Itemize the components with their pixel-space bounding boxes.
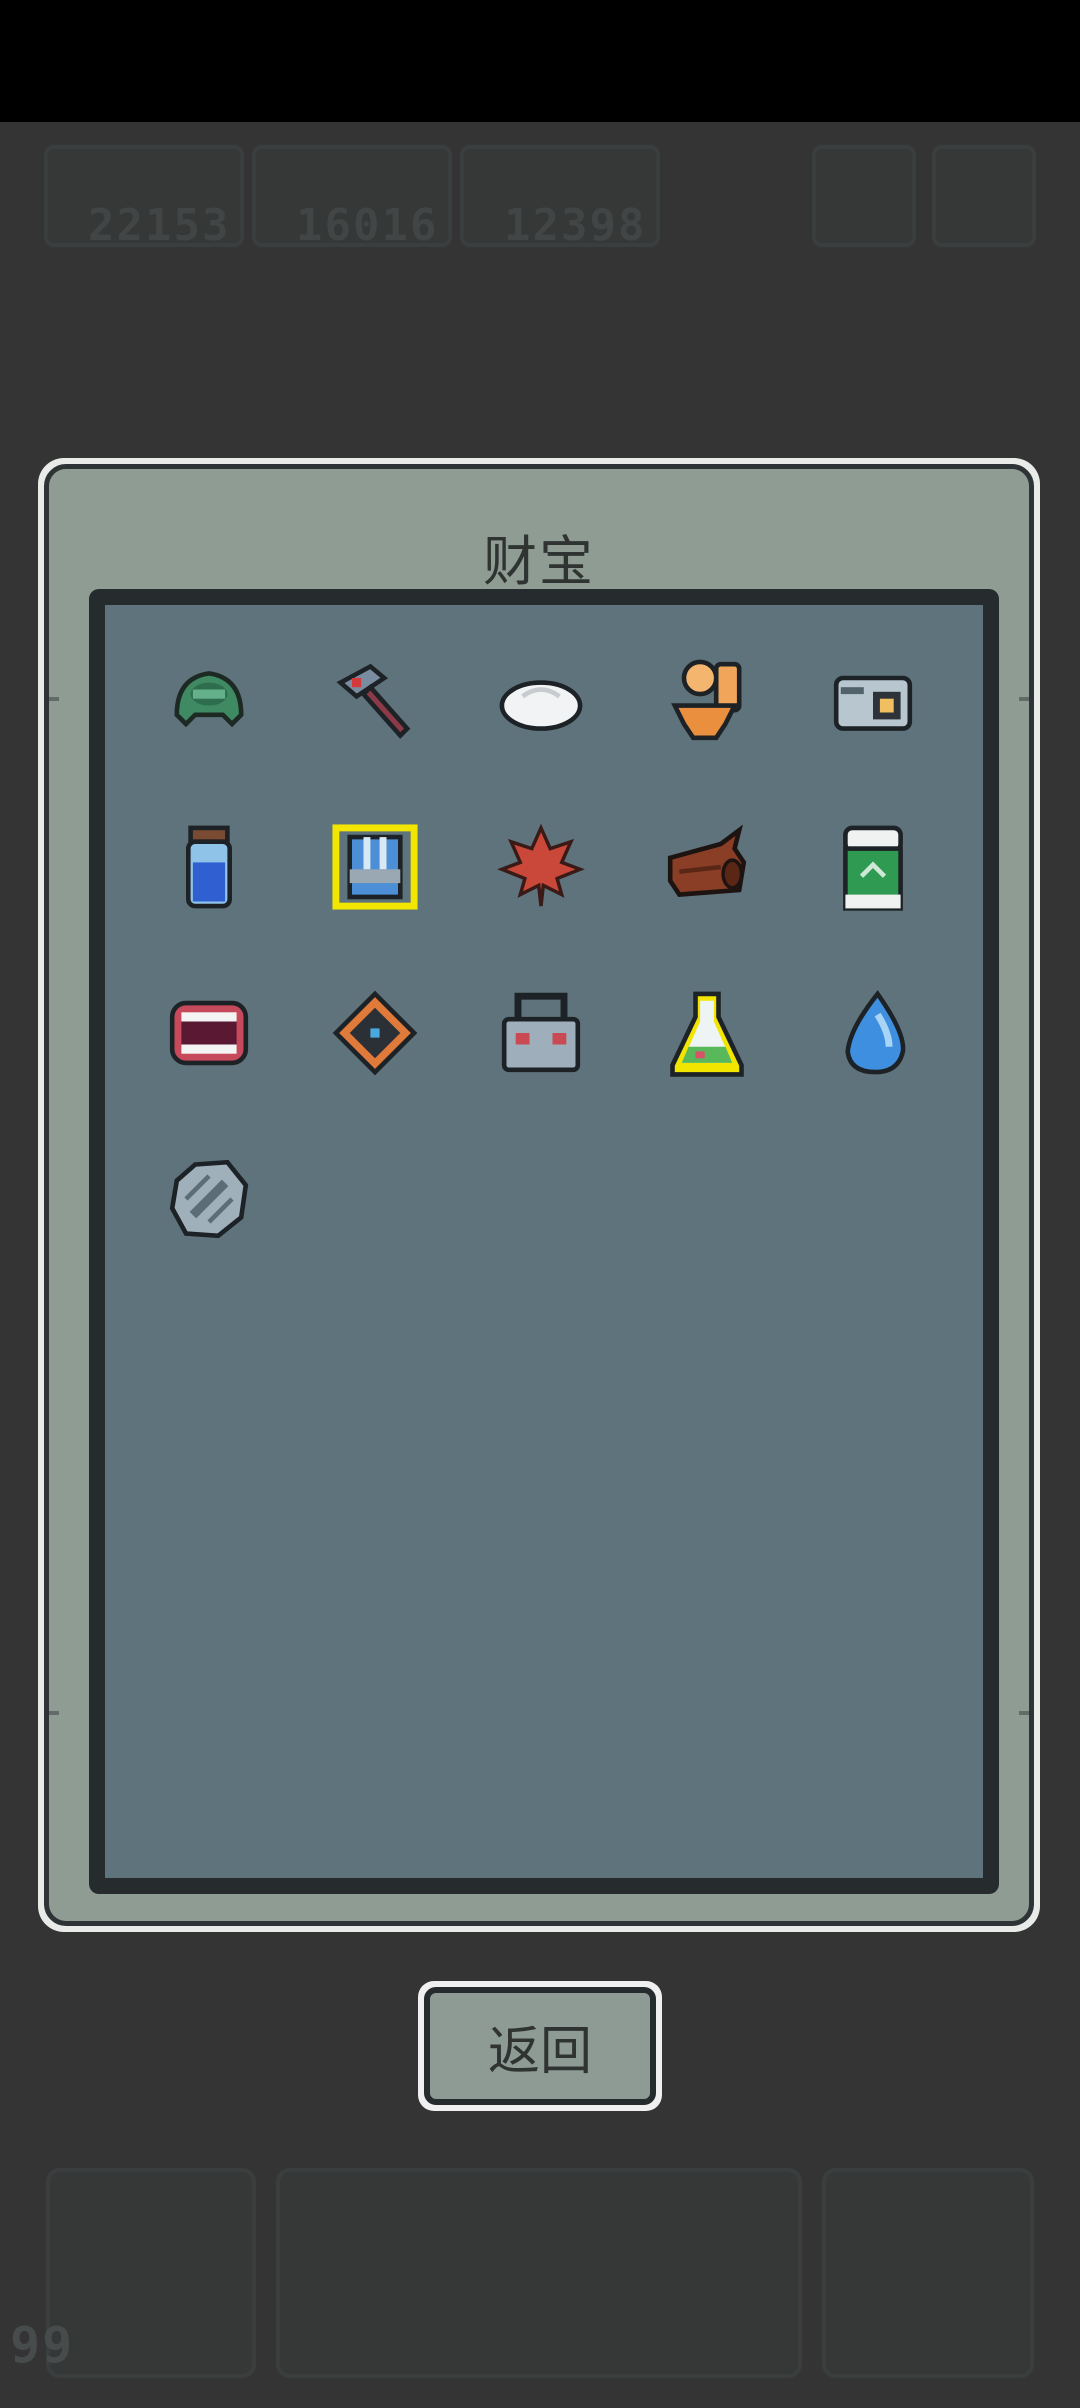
wooden-log-icon xyxy=(667,824,747,897)
frame-tick xyxy=(49,1711,59,1715)
bottom-middle-slot xyxy=(276,2168,802,2378)
treasure-dialog: 财宝 xyxy=(38,458,1040,1932)
treasure-item-camera[interactable] xyxy=(823,651,923,751)
blue-potion-jar-icon xyxy=(186,825,232,909)
hammer-icon xyxy=(336,663,411,739)
treasure-item-hammer[interactable] xyxy=(325,651,425,751)
treasure-items-panel xyxy=(89,589,999,1894)
treasure-item-blue-armor[interactable] xyxy=(325,817,425,917)
treasure-item-wooden-log[interactable] xyxy=(657,817,757,917)
treasure-item-toilet[interactable] xyxy=(657,651,757,751)
wood-count: 12398 xyxy=(504,200,647,251)
blue-armor-icon xyxy=(332,824,418,910)
green-helmet-icon xyxy=(174,671,244,728)
treasure-item-green-helmet[interactable] xyxy=(159,651,259,751)
water-drop-icon xyxy=(845,990,906,1075)
status-bar xyxy=(0,0,1080,122)
treasure-item-chattering-teeth[interactable] xyxy=(159,983,259,1083)
frame-tick xyxy=(1019,697,1029,701)
hud-button-left xyxy=(812,145,916,247)
chattering-teeth-icon xyxy=(169,1000,249,1066)
metal-box-icon xyxy=(501,992,581,1073)
treasure-item-maple-leaf[interactable] xyxy=(491,817,591,917)
back-button[interactable]: 返回 xyxy=(418,1981,662,2111)
gear-cog-icon xyxy=(169,1159,249,1239)
bottom-sword-slot xyxy=(46,2168,256,2378)
green-flask-icon xyxy=(670,991,744,1077)
back-button-label: 返回 xyxy=(424,1987,656,2105)
treasure-item-diamond-rune[interactable] xyxy=(325,983,425,1083)
treasure-item-blue-potion-jar[interactable] xyxy=(159,817,259,917)
treasure-item-gear-cog[interactable] xyxy=(159,1149,259,1249)
treasure-item-green-flask[interactable] xyxy=(657,983,757,1083)
treasure-item-water-drop[interactable] xyxy=(823,983,923,1083)
frame-tick xyxy=(49,697,59,701)
toilet-icon xyxy=(671,659,742,741)
dumpling-icon xyxy=(499,680,583,731)
frame-tick xyxy=(1019,1711,1029,1715)
recycle-bin-icon xyxy=(843,825,903,911)
treasure-item-dumpling[interactable] xyxy=(491,651,591,751)
dialog-frame: 财宝 xyxy=(44,464,1034,1926)
camera-icon xyxy=(833,675,913,731)
dialog-title: 财宝 xyxy=(483,530,595,593)
bottom-character-slot xyxy=(822,2168,1034,2378)
maple-leaf-icon xyxy=(497,823,585,907)
hud-button-right xyxy=(932,145,1036,247)
diamond-rune-icon xyxy=(332,990,418,1076)
treasure-item-metal-box[interactable] xyxy=(491,983,591,1083)
leaf-count: 16016 xyxy=(296,200,439,251)
bottom-counter: 99 xyxy=(10,2316,75,2374)
treasure-item-recycle-bin[interactable] xyxy=(823,817,923,917)
gem-count: 22153 xyxy=(88,200,231,251)
